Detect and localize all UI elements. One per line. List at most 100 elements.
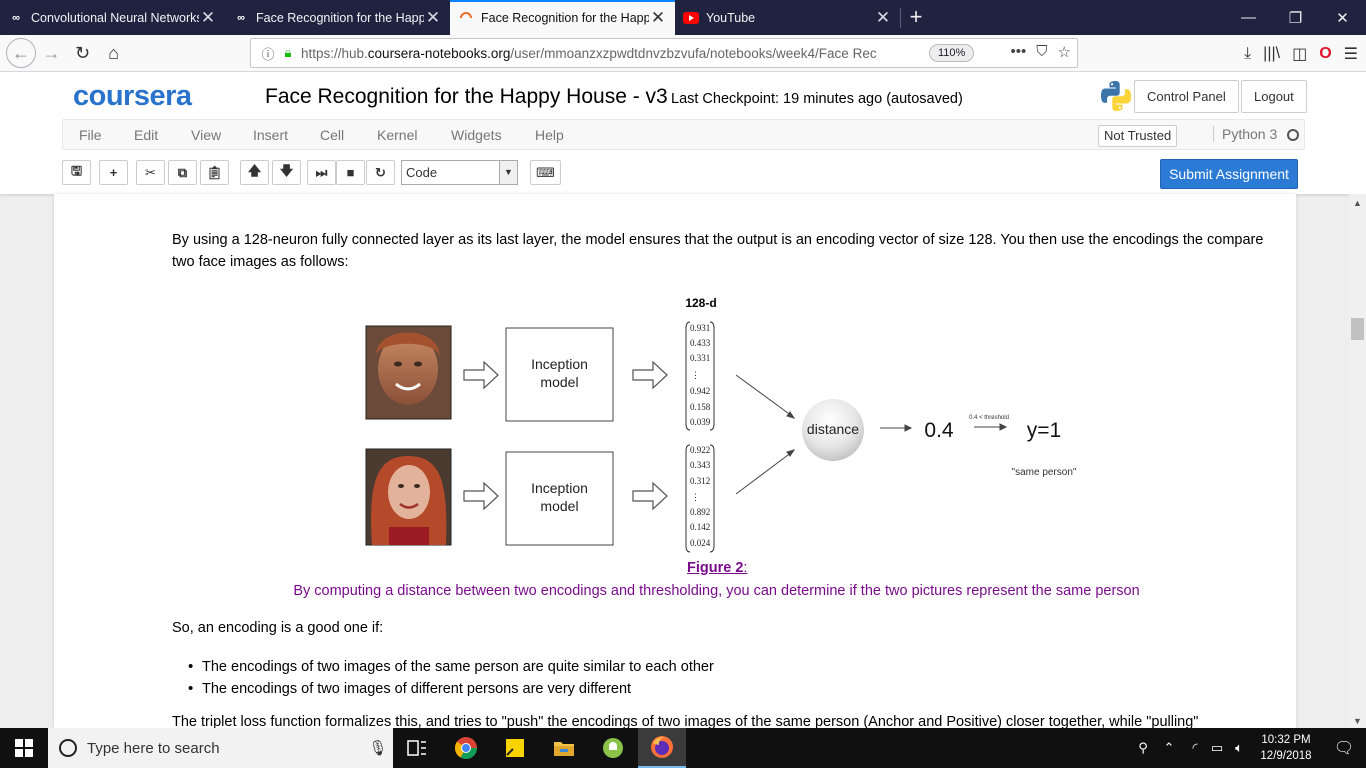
close-window-icon[interactable]: ✕ (1319, 0, 1366, 35)
url-text[interactable]: https://hub.coursera-notebooks.org/user/… (301, 46, 901, 61)
tab-title: YouTube (706, 10, 756, 25)
scrollbar-thumb[interactable] (1351, 318, 1364, 340)
encoding-vector-1: 0.931 0.433 0.331 ⋮ 0.942 0.158 0.039 (685, 321, 715, 431)
insert-cell-plus-icon[interactable]: + (99, 160, 128, 185)
menu-file[interactable]: File (79, 127, 102, 143)
library-icon[interactable]: |||\ (1263, 45, 1280, 63)
people-icon[interactable]: ⚲ (1132, 740, 1154, 756)
android-app-icon[interactable] (589, 728, 637, 768)
save-icon[interactable]: 🖫︎ (62, 160, 91, 185)
not-trusted-badge[interactable]: Not Trusted (1098, 125, 1178, 147)
tab-youtube[interactable]: YouTube ✕ (675, 0, 900, 35)
copy-icon[interactable]: ⧉ (168, 160, 197, 185)
python-logo-icon (1101, 81, 1131, 111)
coursera-infinity-icon: ∞ (237, 11, 245, 24)
chrome-taskbar-icon[interactable] (442, 728, 490, 768)
figure-caption: Figure 2: (687, 560, 748, 576)
svg-text:Inception: Inception (531, 356, 588, 372)
close-tab-icon[interactable]: ✕ (199, 8, 217, 28)
menu-widgets[interactable]: Widgets (451, 127, 502, 143)
more-actions-icon[interactable]: ••• (1011, 43, 1027, 61)
menu-kernel[interactable]: Kernel (377, 127, 417, 143)
clock-time: 10:32 PM (1261, 734, 1311, 746)
sidebar-icon[interactable]: ◫ (1292, 44, 1307, 64)
cut-icon[interactable]: ✂︎ (136, 160, 165, 185)
menu-edit[interactable]: Edit (134, 127, 158, 143)
svg-text:coursera: coursera (73, 81, 193, 111)
tab-face-recognition-1[interactable]: ∞ Face Recognition for the Happy House ✕ (225, 0, 450, 35)
inception-model-box-2: Inception model (505, 451, 614, 546)
cell-type-select[interactable]: Code ▼ (401, 160, 518, 185)
submit-assignment-button[interactable]: Submit Assignment (1160, 159, 1298, 189)
wifi-icon[interactable]: ◜ (1184, 740, 1206, 756)
microphone-icon[interactable]: 🎙︎ (363, 739, 393, 757)
close-tab-icon[interactable]: ✕ (424, 8, 442, 28)
encoding-vector-2: 0.922 0.343 0.312 ⋮ 0.892 0.142 0.024 (685, 444, 715, 553)
tab-face-recognition-active[interactable]: Face Recognition for the Happy House ✕ (450, 0, 675, 36)
task-view-icon[interactable] (393, 728, 441, 768)
tab-title: Convolutional Neural Networks (31, 10, 199, 25)
reload-icon[interactable]: ↻ (67, 38, 98, 68)
scroll-down-arrow-icon[interactable]: ▼ (1349, 716, 1366, 726)
volume-icon[interactable]: 🔈︎ (1228, 740, 1250, 756)
restore-icon[interactable]: ❐ (1272, 0, 1319, 35)
coursera-logo[interactable]: coursera (73, 81, 233, 111)
opera-extension-icon[interactable]: O (1319, 45, 1331, 63)
svg-text:0.331: 0.331 (690, 353, 710, 363)
svg-text:0.343: 0.343 (690, 460, 711, 470)
address-bar[interactable]: ⓘ 🔒︎ https://hub.coursera-notebooks.org/… (250, 38, 1078, 68)
svg-text:0.158: 0.158 (690, 402, 711, 412)
control-panel-button[interactable]: Control Panel (1134, 80, 1239, 113)
lock-icon[interactable]: 🔒︎ (279, 45, 297, 61)
forward-arrow-icon[interactable]: → (36, 38, 67, 68)
sticky-notes-icon[interactable] (491, 728, 539, 768)
taskbar-clock[interactable]: 10:32 PM 12/9/2018 (1250, 732, 1322, 764)
download-icon[interactable]: ⤓ (1244, 45, 1251, 63)
bookmark-star-icon[interactable]: ☆ (1058, 43, 1071, 61)
tab-convolutional-neural-networks[interactable]: ∞ Convolutional Neural Networks ✕ (0, 0, 225, 35)
face-photo-1 (365, 325, 452, 420)
firefox-taskbar-icon[interactable] (638, 728, 686, 768)
info-icon[interactable]: ⓘ (257, 44, 279, 63)
menu-help[interactable]: Help (535, 127, 564, 143)
show-hidden-icons-chevron-icon[interactable]: ⌃ (1154, 740, 1184, 756)
new-tab-plus-icon[interactable]: + (901, 0, 931, 35)
close-tab-icon[interactable]: ✕ (649, 8, 667, 28)
figure-description: By computing a distance between two enco… (293, 583, 1140, 599)
move-up-arrow-icon[interactable]: 🡅 (240, 160, 269, 185)
system-tray: ⚲ ⌃ ◜ ▭ 🔈︎ 10:32 PM 12/9/2018 🗨︎ (1132, 728, 1366, 768)
command-palette-keyboard-icon[interactable]: ⌨︎ (530, 160, 561, 185)
kernel-name[interactable]: Python 3 (1213, 126, 1277, 142)
move-down-arrow-icon[interactable]: 🡇 (272, 160, 301, 185)
notebook-title[interactable]: Face Recognition for the Happy House - v… (265, 85, 668, 109)
page-scrollbar[interactable]: ▲ ▼ (1349, 194, 1366, 728)
hamburger-menu-icon[interactable]: ☰ (1344, 44, 1358, 64)
paste-icon[interactable]: 📋︎ (200, 160, 229, 185)
battery-icon[interactable]: ▭ (1206, 740, 1228, 756)
scroll-up-arrow-icon[interactable]: ▲ (1349, 198, 1366, 208)
zoom-level-badge[interactable]: 110% (929, 44, 975, 62)
action-center-icon[interactable]: 🗨︎ (1322, 738, 1366, 758)
distance-value: 0.4 (924, 419, 954, 442)
taskbar-search-box[interactable]: Type here to search 🎙︎ (48, 728, 393, 768)
run-cell-icon[interactable]: ⏭︎ (307, 160, 336, 185)
svg-text:0.931: 0.931 (690, 323, 710, 333)
menu-insert[interactable]: Insert (253, 127, 288, 143)
distance-node: distance (802, 399, 864, 461)
menu-cell[interactable]: Cell (320, 127, 344, 143)
file-explorer-icon[interactable] (540, 728, 588, 768)
stop-kernel-icon[interactable]: ■ (336, 160, 365, 185)
back-arrow-icon[interactable]: ← (6, 38, 36, 68)
minimize-icon[interactable]: — (1225, 0, 1272, 35)
home-icon[interactable]: ⌂ (98, 38, 129, 68)
tab-title: Face Recognition for the Happy House (481, 11, 649, 25)
logout-button[interactable]: Logout (1241, 80, 1307, 113)
windows-start-icon[interactable] (0, 728, 48, 768)
pocket-icon[interactable]: ⛉ (1036, 43, 1047, 61)
svg-text:0.892: 0.892 (690, 507, 710, 517)
restart-kernel-icon[interactable]: ↻ (366, 160, 395, 185)
figure-2-diagram: 128-d Inception model Inception model 0.… (365, 296, 1077, 553)
notebook-cell[interactable]: By using a 128-neuron fully connected la… (54, 194, 1296, 728)
close-tab-icon[interactable]: ✕ (874, 8, 892, 28)
menu-view[interactable]: View (191, 127, 221, 143)
